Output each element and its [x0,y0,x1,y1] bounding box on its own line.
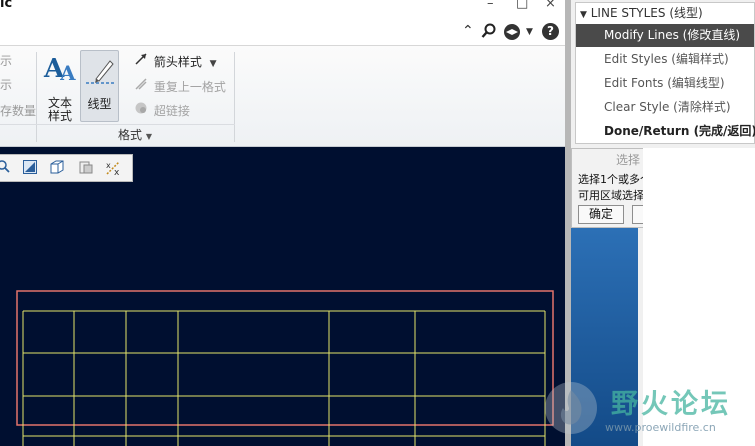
collapse-ribbon-icon[interactable]: ⌃ [462,23,474,39]
format-group-label: 格式 [118,128,143,142]
graphics-area[interactable]: xx [0,147,565,446]
window-close-button[interactable]: × [545,0,556,11]
display-style-icon[interactable] [76,159,96,179]
window-title: ic [0,0,13,11]
menu-item-edit-styles[interactable]: Edit Styles (编辑样式) [576,48,754,71]
line-styles-header-label: LINE STYLES (线型) [590,6,703,20]
menu-item-done-return[interactable]: Done/Return (完成/返回) [576,120,755,143]
menu-item-clear-style[interactable]: Clear Style (清除样式) [576,96,754,119]
window-minimize-button[interactable]: – [487,0,494,11]
text-style-secondary-icon: A [60,64,76,82]
chevron-down-icon[interactable]: ▼ [526,27,533,37]
line-styles-menu-header[interactable]: ▼ LINE STYLES (线型) [576,3,754,23]
collapse-triangle-icon: ▼ [580,10,587,20]
line-style-label: 线型 [87,97,112,111]
group-title-rule [0,124,235,125]
line-styles-menu: ▼ LINE STYLES (线型) Modify Lines (修改直线) E… [575,2,755,144]
svg-text:A: A [60,64,76,82]
ribbon-partial-item[interactable]: 示 [0,52,12,69]
menu-item-modify-lines[interactable]: Modify Lines (修改直线) [576,24,754,47]
help-icon[interactable]: ? [542,23,559,40]
arrow-style-chevron-icon: ▼ [209,59,217,69]
repeat-format-button[interactable]: 重复上一格式 [134,77,226,95]
watermark: 野火论坛 www.proewildfire.cn [545,380,755,446]
saved-orientations-icon[interactable] [47,159,67,179]
repeat-format-icon [134,77,150,94]
ribbon-partial-item[interactable]: 示 [0,76,12,93]
graphics-toolbar: xx [0,154,133,182]
refit-icon[interactable] [20,159,40,179]
title-bar: ic – □ × [0,0,565,22]
arrow-style-label: 箭头样式 [153,55,202,69]
hyperlink-label: 超链接 [153,104,190,118]
line-style-button[interactable]: 线型 [80,50,119,122]
line-style-icon [86,60,114,84]
hyperlink-icon [134,101,150,118]
search-icon[interactable] [481,23,497,43]
watermark-title: 野火论坛 [611,389,731,420]
group-divider [234,52,235,142]
text-style-button[interactable]: A A 文本 样式 [40,50,80,123]
app-root: ic – □ × ⌃ ▼ ? 示 示 存数量 A A 文本 样式 线型 箭头样式… [0,0,755,446]
datum-display-icon[interactable]: xx [104,159,124,179]
menu-item-edit-fonts[interactable]: Edit Fonts (编辑线型) [576,72,754,95]
drawing-table[interactable] [0,147,565,446]
ribbon-tab-row: ⌃ ▼ ? [0,22,565,46]
text-style-label-line2: 样式 [47,109,72,123]
community-icon[interactable] [503,23,521,45]
hyperlink-button[interactable]: 超链接 [134,101,190,119]
svg-text:x: x [106,161,111,170]
ribbon: 示 示 存数量 A A 文本 样式 线型 箭头样式 ▼ 重复上一格式 超链接 格… [0,46,565,147]
watermark-url: www.proewildfire.cn [605,421,716,434]
watermark-logo [545,382,597,434]
format-group-title[interactable]: 格式 ▼ [36,126,234,144]
svg-text:x: x [114,168,120,177]
window-restore-button[interactable]: □ [516,0,528,11]
zoom-out-icon[interactable] [0,159,14,179]
arrow-style-button[interactable]: 箭头样式 ▼ [134,52,217,70]
format-group-chevron-icon: ▼ [145,132,152,141]
ok-button[interactable]: 确定 [578,205,624,224]
repeat-format-label: 重复上一格式 [153,80,226,94]
arrow-style-icon [134,52,150,69]
ribbon-partial-item[interactable]: 存数量 [0,102,36,119]
